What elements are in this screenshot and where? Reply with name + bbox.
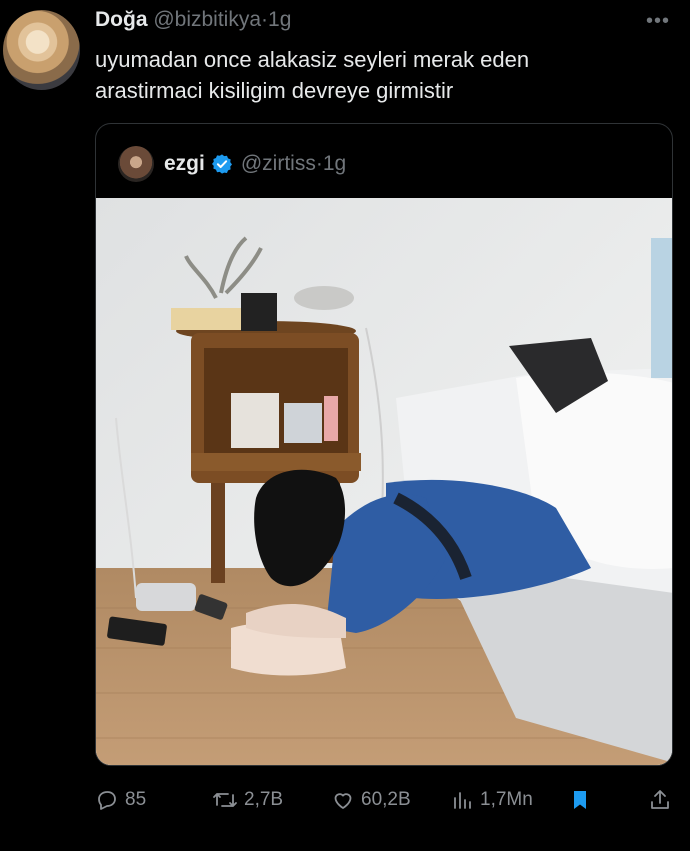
photo-illustration <box>96 198 672 765</box>
reply-icon <box>98 791 116 810</box>
tweet-header: Doğa @bizbitikya·1g <box>95 8 291 32</box>
quoted-separator: · <box>315 152 323 175</box>
like-button[interactable]: 60,2B <box>331 782 411 818</box>
quoted-photo[interactable] <box>96 198 672 765</box>
like-icon <box>334 793 352 809</box>
bookmark-button[interactable] <box>568 782 598 818</box>
quoted-time[interactable]: 1g <box>323 152 346 176</box>
tweet-text-line-2: arastirmaci kisiligim devreye girmistir <box>95 78 454 103</box>
views-button[interactable]: 1,7Mn <box>450 782 533 818</box>
like-count: 60,2B <box>361 789 411 810</box>
reply-button[interactable]: 85 <box>95 782 146 818</box>
retweet-count: 2,7B <box>244 789 284 810</box>
separator: · <box>261 8 269 31</box>
tweet-text-line-1: uyumadan once alakasiz seyleri merak ede… <box>95 47 530 72</box>
author-name[interactable]: Doğa <box>95 8 148 31</box>
retweet-button[interactable]: 2,7B <box>212 782 283 818</box>
author-avatar[interactable] <box>3 10 80 90</box>
verified-icon <box>211 153 233 175</box>
share-button[interactable] <box>648 782 678 818</box>
quoted-author-handle[interactable]: @zirtiss <box>241 152 316 176</box>
quoted-author-name[interactable]: ezgi <box>164 152 205 176</box>
views-icon <box>454 792 471 809</box>
share-icon <box>651 790 669 809</box>
quoted-avatar[interactable] <box>118 146 154 182</box>
quoted-tweet[interactable]: ezgi @zirtiss · 1g <box>95 123 673 766</box>
tweet-time[interactable]: 1g <box>268 8 291 31</box>
tweet-actions: 85 2,7B 60,2B 1,7Mn <box>95 782 675 818</box>
bookmark-icon <box>574 791 586 809</box>
quoted-header: ezgi @zirtiss · 1g <box>118 146 346 182</box>
views-count: 1,7Mn <box>480 789 533 810</box>
retweet-icon <box>213 793 237 807</box>
author-handle[interactable]: @bizbitikya <box>153 8 261 31</box>
reply-count: 85 <box>125 789 147 810</box>
tweet-text: uyumadan once alakasiz seyleri merak ede… <box>95 44 655 106</box>
more-icon[interactable]: ••• <box>646 10 670 33</box>
